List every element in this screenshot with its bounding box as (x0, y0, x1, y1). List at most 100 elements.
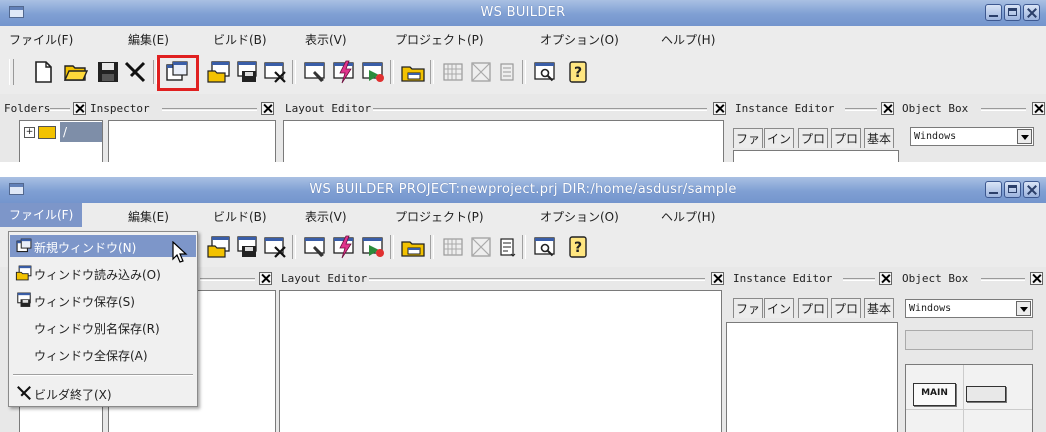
instance-editor-close-icon[interactable] (881, 102, 894, 115)
save-window-icon[interactable] (234, 234, 260, 260)
folder-tree[interactable]: + / (19, 120, 103, 162)
menu-item-open-window[interactable]: ウィンドウ読み込み(O) (10, 262, 196, 284)
menu-file[interactable]: ファイル(F) (9, 31, 73, 48)
menu-item-save-window-as[interactable]: ウィンドウ別名保存(R) (10, 316, 196, 338)
menu-build[interactable]: ビルド(B) (213, 31, 267, 48)
instance-editor-panel[interactable] (726, 322, 898, 432)
menu-file[interactable]: ファイル(F) (0, 203, 83, 227)
delete-icon[interactable] (122, 59, 148, 85)
preview-icon[interactable] (532, 234, 558, 260)
chevron-down-icon[interactable] (1016, 301, 1031, 316)
close-window-icon[interactable] (262, 59, 288, 85)
layout-editor-canvas[interactable] (283, 120, 724, 162)
close-window-icon[interactable] (262, 234, 288, 260)
menu-item-exit-builder[interactable]: ビルダ終了(X) (10, 382, 196, 404)
project-folder-icon[interactable] (400, 234, 426, 260)
maximize-button[interactable] (1004, 4, 1021, 21)
title-bar[interactable]: WS BUILDER (0, 0, 1046, 26)
project-folder-icon[interactable] (400, 59, 426, 85)
save-window-icon[interactable] (234, 59, 260, 85)
run-icon[interactable] (360, 234, 386, 260)
open-window-icon[interactable] (206, 59, 232, 85)
instance-editor-panel[interactable] (733, 150, 899, 162)
help-icon[interactable]: ? (565, 59, 591, 85)
calendar-icon[interactable] (440, 234, 466, 260)
menu-options[interactable]: オプション(O) (540, 208, 619, 225)
menu-options[interactable]: オプション(O) (540, 31, 619, 48)
new-file-icon[interactable] (30, 59, 56, 85)
builder-project-window: WS BUILDER PROJECT:newproject.prj DIR:/h… (0, 177, 1046, 432)
menu-view[interactable]: 表示(V) (305, 208, 347, 225)
layout-editor-close-icon[interactable] (711, 272, 724, 285)
object-box-select[interactable]: Windows (910, 127, 1034, 146)
menu-help[interactable]: ヘルプ(H) (661, 31, 715, 48)
inspector-panel[interactable] (108, 120, 276, 162)
close-button[interactable] (1023, 181, 1040, 198)
inspector-close-icon[interactable] (261, 102, 274, 115)
instance-tab[interactable]: プロ (798, 298, 829, 318)
object-box-filter[interactable] (905, 330, 1033, 350)
build-lightning-icon[interactable] (331, 234, 357, 260)
menu-item-new-window[interactable]: 新規ウィンドウ(N) (10, 235, 196, 257)
instance-tab[interactable]: イン (764, 128, 795, 148)
layout-editor-close-icon[interactable] (713, 102, 726, 115)
open-window-icon[interactable] (206, 234, 232, 260)
menu-project[interactable]: プロジェクト(P) (395, 31, 484, 48)
calendar-icon[interactable] (440, 59, 466, 85)
object-box-close-icon[interactable] (1032, 102, 1045, 115)
grid-icon[interactable] (468, 59, 494, 85)
help-icon[interactable]: ? (565, 234, 591, 260)
menu-build[interactable]: ビルド(B) (213, 208, 267, 225)
menu-bar: ファイル(F) 編集(E) ビルド(B) 表示(V) プロジェクト(P) オプシ… (0, 26, 1046, 50)
button-object[interactable] (966, 386, 1006, 402)
open-folder-icon[interactable] (63, 59, 89, 85)
minimize-button[interactable] (985, 4, 1002, 21)
instance-tab[interactable]: プロ (831, 298, 862, 318)
grid-icon[interactable] (468, 234, 494, 260)
object-box-select[interactable]: Windows (905, 299, 1033, 318)
instance-tab[interactable]: プロ (798, 128, 829, 148)
object-box-select-value: Windows (909, 303, 952, 314)
chevron-down-icon[interactable] (1017, 129, 1032, 144)
menu-view[interactable]: 表示(V) (305, 31, 347, 48)
instance-tab[interactable]: イン (764, 298, 795, 318)
toolbar-grip[interactable] (9, 59, 14, 85)
expand-icon[interactable]: + (24, 127, 35, 138)
object-box-close-icon[interactable] (1030, 272, 1043, 285)
instance-tab[interactable]: 基本 (864, 128, 895, 148)
menu-help[interactable]: ヘルプ(H) (661, 208, 715, 225)
maximize-button[interactable] (1004, 181, 1021, 198)
window-edit-icon[interactable] (302, 234, 328, 260)
save-icon[interactable] (95, 59, 121, 85)
instance-tab[interactable]: ファ (733, 298, 764, 318)
window-title: WS BUILDER (480, 5, 566, 20)
minimize-button[interactable] (985, 181, 1002, 198)
object-palette[interactable]: MAIN (905, 364, 1033, 432)
title-bar[interactable]: WS BUILDER PROJECT:newproject.prj DIR:/h… (0, 177, 1046, 203)
menu-project[interactable]: プロジェクト(P) (395, 208, 484, 225)
instance-editor-close-icon[interactable] (879, 272, 892, 285)
window-edit-icon[interactable] (302, 59, 328, 85)
build-lightning-icon[interactable] (331, 59, 357, 85)
menu-item-save-all-windows[interactable]: ウィンドウ全保存(A) (10, 343, 196, 365)
pane-divider (162, 108, 257, 111)
menu-item-save-window[interactable]: ウィンドウ保存(S) (10, 289, 196, 311)
list-icon[interactable] (495, 59, 521, 85)
palette-divider (906, 409, 1032, 410)
menu-edit[interactable]: 編集(E) (128, 31, 169, 48)
instance-tab[interactable]: ファ (733, 128, 764, 148)
exit-icon (15, 384, 33, 402)
main-window-object[interactable]: MAIN (913, 383, 956, 406)
instance-tab[interactable]: 基本 (864, 298, 895, 318)
instance-tab[interactable]: プロ (831, 128, 862, 148)
run-icon[interactable] (360, 59, 386, 85)
folder-root-label[interactable]: / (60, 122, 102, 142)
inspector-close-icon[interactable] (259, 272, 272, 285)
open-window-icon (15, 264, 33, 282)
folders-close-icon[interactable] (73, 102, 86, 115)
list-icon[interactable] (495, 234, 521, 260)
menu-edit[interactable]: 編集(E) (128, 208, 169, 225)
preview-icon[interactable] (532, 59, 558, 85)
layout-editor-canvas[interactable] (279, 290, 722, 432)
close-button[interactable] (1023, 4, 1040, 21)
